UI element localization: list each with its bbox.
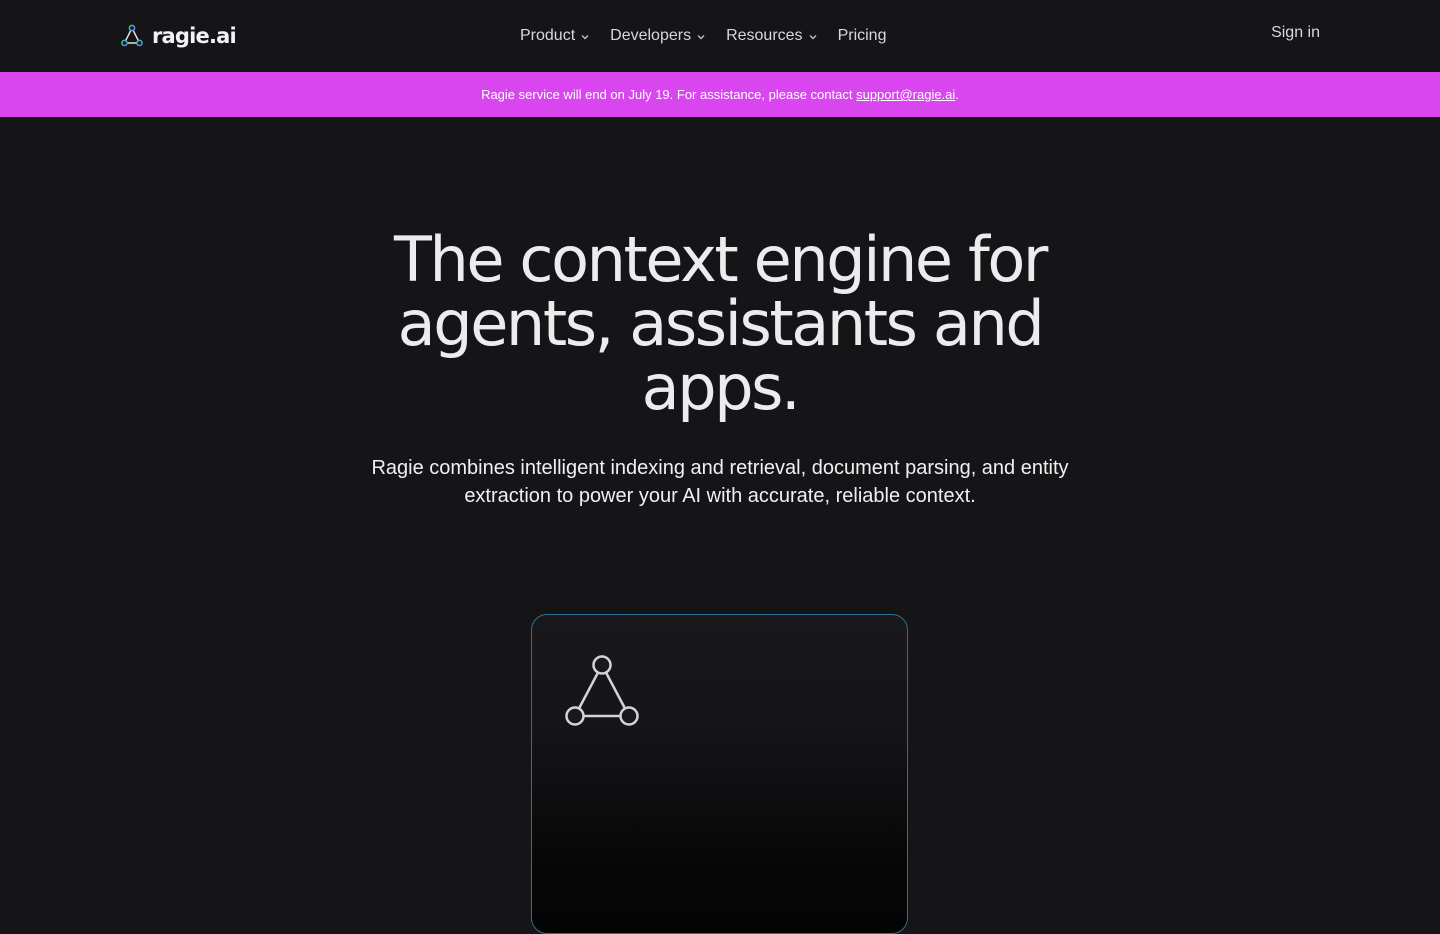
hero-title-line: apps. [641, 351, 801, 424]
hero-subtitle-line: extraction to power your AI with accurat… [464, 485, 976, 507]
service-notice-banner: Ragie service will end on July 19. For a… [0, 72, 1440, 117]
hero-title: The context engine for agents, assistant… [320, 228, 1120, 420]
hero-title-line: The context engine for [393, 223, 1048, 296]
brand-logo[interactable]: ragie.ai [120, 22, 237, 50]
triangle-nodes-icon [121, 24, 143, 47]
chevron-down-icon [809, 34, 817, 39]
nav-item-developers[interactable]: Developers [610, 27, 706, 45]
nav-item-label: Developers [610, 27, 692, 44]
chevron-down-icon [697, 34, 705, 39]
nav-item-label: Product [520, 27, 576, 44]
main-menu: Product Developers Resources Pricing [520, 24, 886, 48]
chevron-down-icon [581, 34, 589, 39]
hero-subtitle: Ragie combines intelligent indexing and … [320, 454, 1120, 510]
top-navbar: ragie.ai Product Developers Resources Pr… [0, 0, 1440, 72]
nav-item-resources[interactable]: Resources [726, 27, 817, 45]
banner-text: Ragie service will end on July 19. For a… [481, 87, 857, 102]
feature-card [531, 614, 908, 934]
banner-suffix: . [955, 87, 959, 102]
nav-item-pricing[interactable]: Pricing [838, 27, 887, 45]
support-email-link[interactable]: support@ragie.ai [856, 87, 955, 102]
nav-item-label: Pricing [837, 27, 887, 44]
triangle-nodes-icon [565, 655, 639, 726]
sign-in-link[interactable]: Sign in [1271, 24, 1320, 42]
nav-item-product[interactable]: Product [520, 27, 590, 45]
nav-item-label: Resources [726, 27, 803, 44]
hero-title-line: agents, assistants and [397, 287, 1045, 360]
brand-name: ragie.ai [152, 24, 237, 48]
hero-subtitle-line: Ragie combines intelligent indexing and … [371, 457, 1069, 479]
